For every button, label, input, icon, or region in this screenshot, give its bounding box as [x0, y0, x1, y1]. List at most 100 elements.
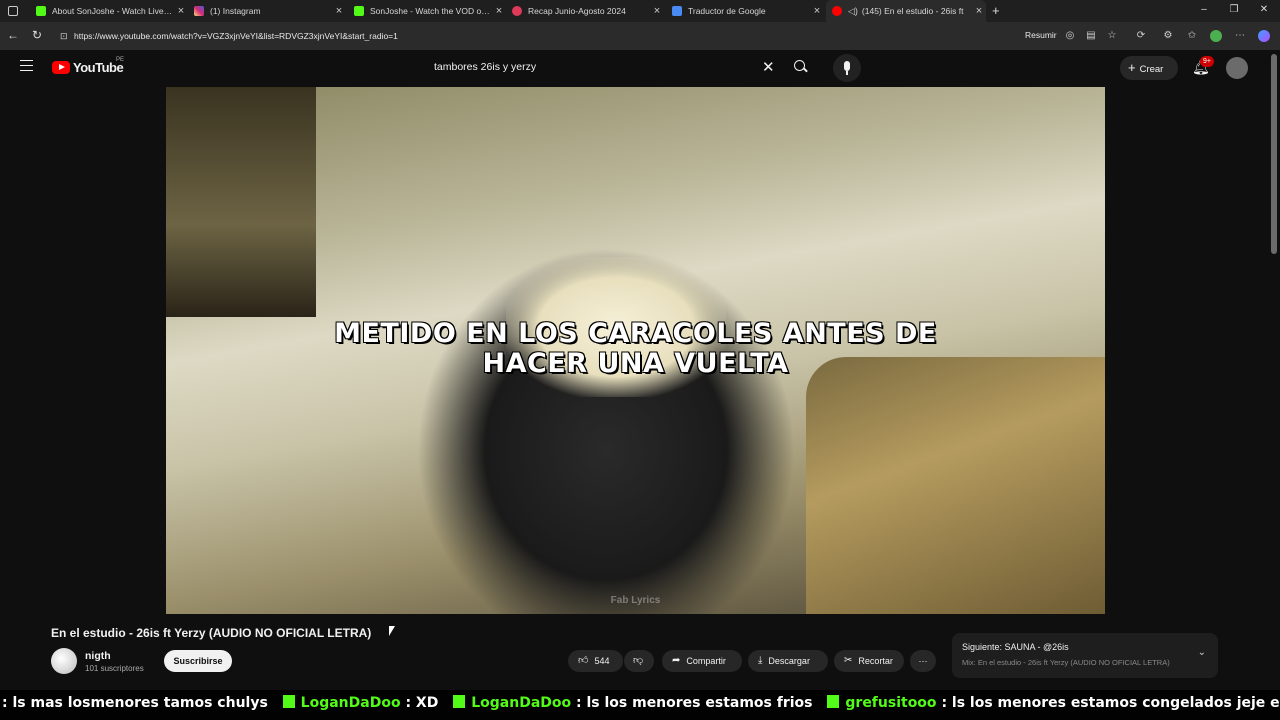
new-tab-button[interactable]: + [992, 3, 1000, 18]
chevron-down-icon[interactable]: ⌄ [1198, 647, 1206, 658]
subscribe-button[interactable]: Suscribirse [164, 650, 232, 672]
speaker-icon[interactable]: ◁) [848, 6, 858, 17]
chat-ticker: : ls mas losmenores tamos chulys LoganDa… [2, 695, 1280, 711]
tab-label: Recap Junio-Agosto 2024 [528, 6, 626, 16]
search-query: tambores 26is y yerzy [434, 61, 537, 73]
close-icon[interactable]: × [332, 5, 346, 17]
download-button[interactable]: ⤓ Descargar [748, 650, 828, 672]
kick-icon [354, 6, 364, 16]
youtube-logo-icon[interactable] [52, 61, 70, 74]
kick-badge-icon [453, 695, 466, 708]
video-frame-sofa [806, 357, 1105, 614]
clip-button[interactable]: ✂ Recortar [834, 650, 904, 672]
hamburger-menu-icon[interactable] [20, 60, 33, 71]
minimize-icon[interactable]: – [1194, 4, 1214, 15]
scissors-icon: ✂ [844, 655, 853, 666]
video-title: En el estudio - 26is ft Yerzy (AUDIO NO … [51, 626, 372, 640]
channel-avatar[interactable] [51, 648, 77, 674]
tab-actions-icon[interactable] [8, 6, 18, 16]
share-label: Compartir [686, 656, 726, 666]
more-actions-button[interactable]: ⋯ [910, 650, 936, 672]
create-button[interactable]: + Crear [1120, 56, 1178, 80]
tab-kick-vod[interactable]: SonJoshe - Watch the VOD on K × [348, 0, 506, 22]
account-avatar[interactable] [1226, 57, 1248, 79]
more-menu-icon[interactable]: ⋯ [1234, 30, 1246, 42]
subscriber-count: 101 suscriptores [85, 664, 144, 673]
translate-icon [672, 6, 682, 16]
collections-icon[interactable]: ✩ [1186, 30, 1198, 42]
clip-label: Recortar [858, 656, 893, 666]
kick-icon [36, 6, 46, 16]
tab-kick-about[interactable]: About SonJoshe - Watch Live on × [30, 0, 188, 22]
tab-instagram[interactable]: (1) Instagram × [188, 0, 346, 22]
restore-icon[interactable]: ❐ [1224, 4, 1244, 15]
page-scrollbar[interactable] [1268, 50, 1280, 690]
search-input[interactable]: tambores 26is y yerzy ✕ [418, 56, 824, 80]
more-horizontal-icon: ⋯ [918, 656, 928, 666]
dislike-button[interactable]: 👎︎ [624, 650, 654, 672]
address-bar: ← ↻ ⊡ https://www.youtube.com/watch?v=VG… [0, 22, 1280, 50]
video-lyric-text: METIDO EN LOS CARACOLES ANTES DE HACER U… [166, 319, 1105, 379]
like-count: 544 [594, 656, 610, 666]
profile-extension-icon[interactable] [1210, 30, 1222, 42]
notifications-badge: 9+ [1200, 56, 1214, 67]
tab-translate[interactable]: Traductor de Google × [666, 0, 824, 22]
thumbs-up-icon: 👍︎ [578, 655, 589, 666]
up-next-subtitle: Mix: En el estudio - 26is ft Yerzy (AUDI… [962, 658, 1170, 667]
tab-label: Traductor de Google [688, 6, 766, 16]
up-next-card[interactable]: Siguiente: SAUNA - @26is Mix: En el estu… [952, 633, 1218, 678]
lyric-line-1: METIDO EN LOS CARACOLES ANTES DE [334, 318, 937, 349]
video-frame-picture [166, 87, 316, 317]
url-text: https://www.youtube.com/watch?v=VGZ3xjnV… [74, 31, 398, 41]
favorite-star-icon[interactable]: ☆ [1106, 30, 1118, 42]
stream-chat-overlay: : ls mas losmenores tamos chulys LoganDa… [0, 690, 1280, 720]
copilot-icon[interactable] [1258, 30, 1270, 42]
tab-label: SonJoshe - Watch the VOD on K [370, 6, 492, 16]
chat-message: : ls los menores estamos frios [576, 695, 813, 711]
close-icon[interactable]: × [492, 5, 506, 17]
download-icon: ⤓ [758, 655, 763, 666]
clear-search-icon[interactable]: ✕ [762, 58, 775, 76]
share-button[interactable]: ➦ Compartir [662, 650, 742, 672]
recap-icon [512, 6, 522, 16]
up-next-title: Siguiente: SAUNA - @26is [962, 642, 1069, 652]
chat-message: : ls mas losmenores tamos chulys [2, 695, 268, 711]
country-code: PE [116, 57, 125, 63]
chat-message: : ls los menores estamos congelados jeje… [941, 695, 1280, 711]
back-icon[interactable]: ← [5, 28, 21, 42]
mouse-cursor-icon [389, 626, 395, 636]
summarize-button[interactable]: Resumir [1025, 30, 1057, 40]
refresh-extension-icon[interactable]: ⟳ [1135, 30, 1147, 42]
tab-recap[interactable]: Recap Junio-Agosto 2024 × [506, 0, 664, 22]
youtube-header: YouTube PE tambores 26is y yerzy ✕ + Crea… [0, 50, 1268, 86]
kick-badge-icon [827, 695, 840, 708]
instagram-icon [194, 6, 204, 16]
tab-label: (1) Instagram [210, 6, 261, 16]
scroll-thumb[interactable] [1271, 54, 1277, 254]
channel-name[interactable]: nigth [85, 650, 111, 662]
close-icon[interactable]: × [174, 5, 188, 17]
plus-icon: + [1128, 60, 1136, 75]
chat-username: LoganDaDoo [471, 695, 572, 711]
tab-youtube-active[interactable]: ◁) (145) En el estudio - 26is ft × [826, 0, 986, 22]
extensions-icon[interactable]: ⚙ [1162, 30, 1174, 42]
close-icon[interactable]: × [972, 5, 986, 17]
like-button[interactable]: 👍︎ 544 [568, 650, 623, 672]
voice-search-icon[interactable] [833, 54, 861, 82]
read-aloud-icon[interactable]: ▤ [1085, 30, 1097, 42]
window-close-icon[interactable]: ✕ [1254, 4, 1274, 15]
video-watermark: Fab Lyrics [610, 595, 661, 606]
reload-icon[interactable]: ↻ [29, 28, 45, 42]
close-icon[interactable]: × [650, 5, 664, 17]
url-field[interactable]: ⊡ https://www.youtube.com/watch?v=VGZ3xj… [52, 26, 1062, 46]
chat-username: LoganDaDoo [300, 695, 401, 711]
chat-message: : XD [405, 695, 439, 711]
youtube-icon [832, 6, 842, 16]
close-icon[interactable]: × [810, 5, 824, 17]
create-label: Crear [1139, 64, 1164, 75]
video-player[interactable]: METIDO EN LOS CARACOLES ANTES DE HACER U… [166, 87, 1105, 614]
reader-icon[interactable]: ◎ [1064, 30, 1076, 42]
site-info-icon[interactable]: ⊡ [60, 26, 68, 46]
search-icon[interactable] [794, 60, 808, 73]
chat-username: grefusitooo [845, 695, 937, 711]
